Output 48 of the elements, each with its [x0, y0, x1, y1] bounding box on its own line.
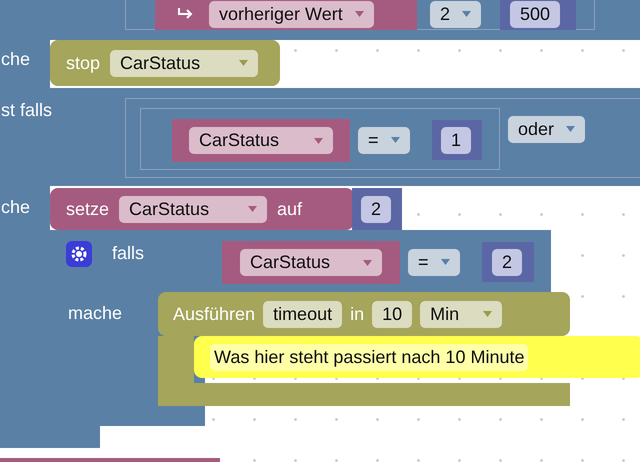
- caret-icon: [363, 260, 372, 266]
- dropdown-field[interactable]: CarStatus: [240, 249, 382, 276]
- number-field[interactable]: 2: [361, 196, 392, 222]
- number-block[interactable]: 1: [432, 120, 482, 160]
- number-field[interactable]: 500: [510, 0, 560, 28]
- block-label: mache: [68, 304, 122, 322]
- compare-block[interactable]: CarStatus: [172, 119, 350, 162]
- block-label: setze: [66, 200, 110, 218]
- set-block[interactable]: setze CarStatus auf: [50, 188, 354, 230]
- block-label: st falls: [1, 101, 52, 119]
- caret-icon: [248, 206, 258, 212]
- text-field[interactable]: timeout: [263, 300, 342, 328]
- caret-icon: [314, 138, 323, 144]
- dropdown-field[interactable]: =: [408, 248, 460, 276]
- block-label: auf: [277, 200, 302, 218]
- block-label: in: [350, 305, 364, 323]
- timeout-block[interactable]: Ausführen timeout in 10 Min: [158, 292, 570, 336]
- block-label: che: [1, 50, 30, 68]
- caret-icon: [390, 137, 400, 143]
- gear-icon[interactable]: [66, 241, 92, 267]
- caret-icon: [239, 60, 248, 66]
- comment-block[interactable]: Was hier steht passiert nach 10 Minute: [194, 336, 640, 378]
- number-field[interactable]: 1: [441, 126, 472, 154]
- number-block[interactable]: 2: [482, 242, 534, 282]
- block-label: che: [1, 198, 30, 216]
- caret-icon: [483, 311, 492, 317]
- return-arrow-icon: [177, 7, 195, 21]
- caret-icon: [354, 11, 364, 17]
- block-label: stop: [66, 54, 100, 72]
- caret-icon: [462, 11, 472, 17]
- number-field[interactable]: 2: [492, 248, 522, 276]
- stop-block[interactable]: stop CarStatus: [50, 40, 280, 86]
- caret-icon: [440, 259, 450, 265]
- dropdown-field[interactable]: CarStatus: [119, 196, 268, 222]
- compare-block[interactable]: CarStatus: [222, 241, 400, 284]
- dropdown-field[interactable]: oder: [508, 116, 586, 142]
- text-field[interactable]: Was hier steht passiert nach 10 Minute: [210, 344, 528, 370]
- dropdown-field[interactable]: Min: [420, 300, 502, 328]
- block-label: Ausführen: [173, 305, 256, 323]
- dropdown-field[interactable]: CarStatus: [189, 127, 333, 154]
- number-field[interactable]: 10: [372, 300, 412, 328]
- number-block[interactable]: 2: [352, 188, 402, 230]
- dropdown-field[interactable]: vorheriger Wert: [209, 0, 374, 28]
- caret-icon: [566, 126, 576, 132]
- block-label: falls: [112, 244, 144, 262]
- dropdown-field[interactable]: CarStatus: [110, 50, 258, 76]
- dropdown-field[interactable]: =: [358, 126, 410, 154]
- dropdown-field[interactable]: 2: [430, 0, 482, 28]
